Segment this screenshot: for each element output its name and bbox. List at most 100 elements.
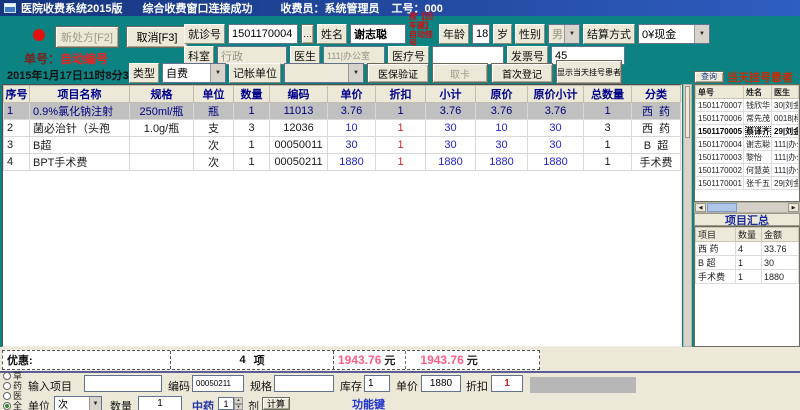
gender-select[interactable]: 男 ▼ (548, 24, 580, 44)
col-orig-subtotal: 原价小计 (528, 86, 584, 103)
radio-all[interactable]: 全 (3, 401, 22, 410)
list-item[interactable]: 1501170007 钱欣华 30|刘金保 (696, 99, 799, 112)
visit-no-input[interactable]: 1501170004 (228, 24, 298, 44)
scroll-left-icon[interactable]: ◀ (695, 203, 706, 212)
step-down-icon[interactable]: ▼ (234, 404, 243, 410)
unit-entry-label: 单位 (28, 398, 50, 410)
col-price: 单价 (328, 86, 376, 103)
spec-input[interactable] (274, 375, 334, 392)
chevron-down-icon[interactable]: ▼ (89, 397, 101, 410)
browse-button[interactable]: … (301, 24, 314, 44)
settle-mode-select[interactable]: 0¥现金 ▼ (638, 24, 710, 44)
item-count: 4 (239, 354, 245, 366)
today-patients-list: 单号 姓名 医生 1501170007 钱欣华 30|刘金保 150117000… (694, 84, 800, 202)
table-row[interactable]: 1 0.9%氯化钠注射 250ml/瓶 瓶 1 11013 3.76 1 3.7… (4, 103, 681, 120)
category-radio-group: 草 药 医 全 (3, 371, 22, 410)
scrollbar-thumb[interactable] (685, 86, 690, 138)
item-entry-label: 输入项目 (28, 378, 72, 394)
settle-mode-value: 0¥现金 (639, 25, 694, 43)
summary-table-area: 项目 数量 金额 西 药 4 33.76 B 超 1 30 (694, 226, 800, 347)
patients-header-row: 单号 姓名 医生 (696, 86, 799, 99)
show-today-patients-button[interactable]: 显示当天挂号患者 (556, 60, 622, 84)
new-prescription-button[interactable]: 新处方[F2] (55, 26, 119, 48)
items-table-area: 序号 项目名称 规格 单位 数量 编码 单价 折扣 小计 原价 原价小计 总数量… (2, 84, 682, 347)
connection-status: 综合收费窗口连接成功 (142, 0, 252, 16)
item-count-unit: 项 (254, 352, 265, 368)
list-item[interactable]: 1501170006 常先茂 0018|杨新 (696, 112, 799, 125)
discount-input[interactable]: 1 (491, 375, 523, 392)
account-unit-select[interactable]: ▼ (284, 63, 364, 83)
code-label: 编码 (168, 378, 190, 394)
summary-row[interactable]: 手术费 1 1880 (696, 270, 799, 284)
col-item-name: 项目名称 (30, 86, 130, 103)
chevron-down-icon[interactable]: ▼ (210, 64, 225, 82)
table-row[interactable]: 2 菌必治针（头孢 1.0g/瓶 支 3 12036 10 1 30 10 30… (4, 120, 681, 137)
summary-title: 项目汇总 (694, 213, 800, 226)
operator-label: 收费员：系统管理员 (280, 0, 379, 16)
type-select[interactable]: 自费 ▼ (162, 63, 226, 83)
col-seq: 序号 (4, 86, 30, 103)
stock-input[interactable]: 1 (364, 375, 390, 392)
item-entry-input[interactable] (84, 375, 162, 392)
cancel-button[interactable]: 取消[F3] (126, 26, 188, 48)
take-card-button[interactable]: 取卡 (432, 63, 488, 83)
price-input[interactable]: 1880 (421, 375, 461, 392)
order-no-value: 自动编号 (60, 52, 108, 66)
auto-register-note: 按【回车键】自动挂号 (409, 12, 436, 48)
unit-select[interactable]: 次 ▼ (54, 396, 102, 410)
today-patients-title: 当天挂号患者 (727, 69, 793, 85)
totals-strip: 优惠: 4 项 1943.76 元 1943.76 元 (2, 350, 540, 370)
chevron-down-icon[interactable]: ▼ (564, 25, 579, 43)
chevron-down-icon[interactable]: ▼ (694, 25, 709, 43)
radio-icon[interactable] (3, 372, 11, 380)
currency-label: 元 (384, 352, 395, 368)
code-input[interactable]: 00050211 (192, 375, 244, 392)
qty-input[interactable]: 1 (138, 396, 182, 410)
col-code: 编码 (270, 86, 328, 103)
type-value: 自费 (163, 64, 210, 82)
stock-label: 库存 (340, 378, 362, 394)
insurance-verify-button[interactable]: 医保验证 (367, 63, 429, 83)
type-label: 类型 (129, 63, 159, 83)
qty-entry-label: 数量 (110, 398, 132, 410)
col-orig-price: 原价 (476, 86, 528, 103)
scroll-right-icon[interactable]: ▶ (788, 203, 799, 212)
list-item[interactable]: 1501170002 何慧英 111|办公 (696, 164, 799, 177)
first-register-button[interactable]: 首次登记 (491, 63, 553, 83)
query-button[interactable]: 查询 (694, 71, 724, 83)
herb-qty-value[interactable]: 1 (218, 397, 234, 410)
gender-value: 男 (549, 25, 564, 43)
function-keys-label: 功能键 (352, 396, 385, 410)
list-item[interactable]: 1501170001 张千五 29|刘金保 (696, 177, 799, 190)
summary-row[interactable]: B 超 1 30 (696, 256, 799, 270)
col-unit: 单位 (194, 86, 234, 103)
calc-button[interactable]: 计算 (262, 397, 290, 410)
summary-header-row: 项目 数量 金额 (696, 228, 799, 242)
visit-no-label: 就诊号 (184, 24, 225, 44)
account-unit-label: 记帐单位 (229, 63, 281, 83)
settle-mode-label: 结算方式 (583, 24, 635, 44)
list-item[interactable]: 1501170004 谢志聪 111|办公 (696, 138, 799, 151)
summary-row[interactable]: 西 药 4 33.76 (696, 242, 799, 256)
table-row[interactable]: 4 BPT手术费 次 1 00050211 1880 1 1880 1880 1… (4, 154, 681, 171)
vertical-scrollbar[interactable] (683, 84, 692, 347)
account-unit-value (285, 64, 348, 82)
list-item-selected[interactable]: 1501170005 蔡译齐 29|刘金保 (696, 125, 799, 138)
chevron-down-icon[interactable]: ▼ (348, 64, 363, 82)
herb-label: 中药 (192, 398, 214, 410)
discount-entry-label: 折扣 (466, 378, 488, 394)
herb-qty-stepper[interactable]: 1 ▲▼ (218, 397, 243, 410)
radio-icon[interactable] (3, 382, 11, 390)
age-input[interactable]: 18 (472, 24, 490, 44)
list-item[interactable]: 1501170003 黎怡 111|办公 (696, 151, 799, 164)
table-row[interactable]: 3 B超 次 1 00050011 30 1 30 30 30 1 B 超 (4, 137, 681, 154)
name-input[interactable]: 谢志聪 (350, 24, 406, 44)
dose-label: 剂 (248, 398, 259, 410)
name-label: 姓名 (317, 24, 347, 44)
gender-label: 性别 (515, 24, 545, 44)
items-table: 序号 项目名称 规格 单位 数量 编码 单价 折扣 小计 原价 原价小计 总数量… (3, 85, 681, 171)
unit-value: 次 (55, 397, 89, 410)
radio-icon[interactable] (3, 392, 11, 400)
radio-selected-icon[interactable] (3, 402, 11, 410)
col-qty: 数量 (234, 86, 270, 103)
